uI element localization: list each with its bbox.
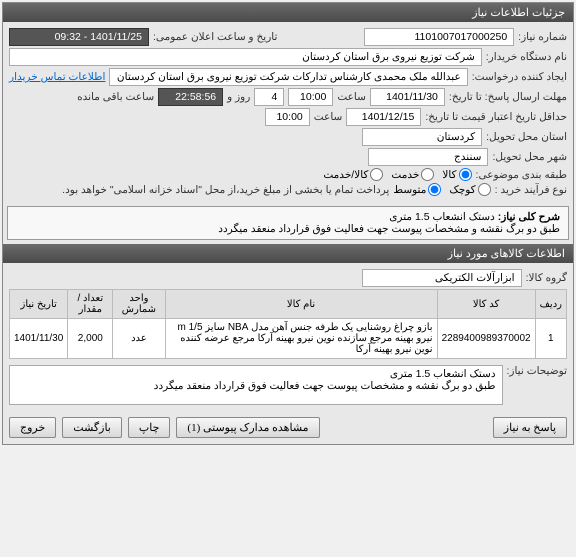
notes-line2: طبق دو برگ نقشه و مشخصات پیوست جهت فعالی…: [154, 380, 496, 392]
province-label: استان محل تحویل:: [486, 131, 567, 143]
summary-title: شرح کلی نیاز:: [498, 211, 560, 223]
countdown: 22:58:56: [158, 88, 223, 106]
deadline-time: 10:00: [288, 88, 333, 106]
announce-value: 1401/11/25 - 09:32: [9, 28, 149, 46]
valid-date: 1401/12/15: [346, 108, 421, 126]
notes-box: دستک انشعاب 1.5 متری طبق دو برگ نقشه و م…: [9, 365, 503, 405]
th-row: ردیف: [535, 290, 566, 319]
announce-label: تاریخ و ساعت اعلان عمومی:: [153, 31, 277, 43]
cell-date: 1401/11/30: [10, 319, 68, 359]
province-value: کردستان: [362, 128, 482, 146]
category-label: طبقه بندی موضوعی:: [476, 169, 567, 181]
radio-small[interactable]: کوچک: [449, 183, 490, 196]
print-button[interactable]: چاپ: [128, 417, 171, 438]
radio-both[interactable]: کالا/خدمت: [323, 168, 383, 181]
need-no-label: شماره نیاز:: [518, 31, 567, 43]
th-name: نام کالا: [165, 290, 437, 319]
th-qty: تعداد / مقدار: [68, 290, 113, 319]
city-value: سنندج: [368, 148, 488, 166]
creator-value: عبدالله ملک محمدی کارشناس تدارکات شرکت ت…: [109, 68, 467, 86]
cell-name: بازو چراغ روشنایی یک طرفه جنس آهن مدل NB…: [165, 319, 437, 359]
days-label: روز و: [227, 91, 250, 103]
radio-kala[interactable]: کالا: [442, 168, 471, 181]
back-button[interactable]: بازگشت: [62, 417, 122, 438]
time-label-2: ساعت: [314, 111, 343, 123]
footer-buttons: خروج بازگشت چاپ مشاهده مدارک پیوستی (1) …: [3, 411, 573, 444]
attachments-button[interactable]: مشاهده مدارک پیوستی (1): [176, 417, 319, 438]
cell-row: 1: [535, 319, 566, 359]
process-radios: کوچک متوسط: [393, 183, 490, 196]
buyer-label: نام دستگاه خریدار:: [486, 51, 567, 63]
days-count: 4: [254, 88, 284, 106]
radio-mid[interactable]: متوسط: [393, 183, 441, 196]
notes-label: توضیحات نیاز:: [507, 365, 568, 377]
radio-khadamat[interactable]: خدمت: [391, 168, 434, 181]
summary-line1: دستک انشعاب 1.5 متری: [389, 211, 495, 223]
group-label: گروه کالا:: [526, 272, 567, 284]
table-header-row: ردیف کد کالا نام کالا واحد شمارش تعداد /…: [10, 290, 567, 319]
category-radios: کالا خدمت کالا/خدمت: [323, 168, 471, 181]
goods-section-title: اطلاعات کالاهای مورد نیاز: [3, 244, 573, 263]
process-note: پرداخت تمام یا بخشی از مبلغ خرید،از محل …: [9, 184, 389, 196]
panel-title: جزئیات اطلاعات نیاز: [3, 3, 573, 22]
panel-body: شماره نیاز: 1101007017000250 تاریخ و ساع…: [3, 22, 573, 202]
cell-unit: عدد: [113, 319, 165, 359]
main-panel: جزئیات اطلاعات نیاز شماره نیاز: 11010070…: [2, 2, 574, 445]
group-value: ابزارآلات الکتریکی: [362, 269, 522, 287]
process-label: نوع فرآیند خرید :: [495, 184, 567, 196]
city-label: شهر محل تحویل:: [492, 151, 567, 163]
time-label-1: ساعت: [337, 91, 366, 103]
deadline-label: مهلت ارسال پاسخ: تا تاریخ:: [449, 91, 567, 103]
contact-link[interactable]: اطلاعات تماس خریدار: [9, 71, 105, 83]
need-no-value: 1101007017000250: [364, 28, 514, 46]
valid-label: حداقل تاریخ اعتبار قیمت تا تاریخ:: [425, 111, 567, 123]
cell-qty: 2,000: [68, 319, 113, 359]
th-date: تاریخ نیاز: [10, 290, 68, 319]
creator-label: ایجاد کننده درخواست:: [472, 71, 567, 83]
summary-box: شرح کلی نیاز: دستک انشعاب 1.5 متری طبق د…: [7, 206, 569, 240]
valid-time: 10:00: [265, 108, 310, 126]
exit-button[interactable]: خروج: [9, 417, 56, 438]
cell-code: 2289400989370002: [437, 319, 535, 359]
table-row[interactable]: 1 2289400989370002 بازو چراغ روشنایی یک …: [10, 319, 567, 359]
remain-label: ساعت باقی مانده: [77, 91, 154, 103]
th-unit: واحد شمارش: [113, 290, 165, 319]
deadline-date: 1401/11/30: [370, 88, 445, 106]
summary-line2: طبق دو برگ نقشه و مشخصات پیوست جهت فعالی…: [16, 223, 560, 235]
th-code: کد کالا: [437, 290, 535, 319]
buyer-value: شرکت توزیع نیروی برق استان کردستان: [9, 48, 482, 66]
reply-button[interactable]: پاسخ به نیاز: [493, 417, 567, 438]
goods-table: ردیف کد کالا نام کالا واحد شمارش تعداد /…: [9, 289, 567, 359]
notes-line1: دستک انشعاب 1.5 متری: [390, 368, 496, 380]
